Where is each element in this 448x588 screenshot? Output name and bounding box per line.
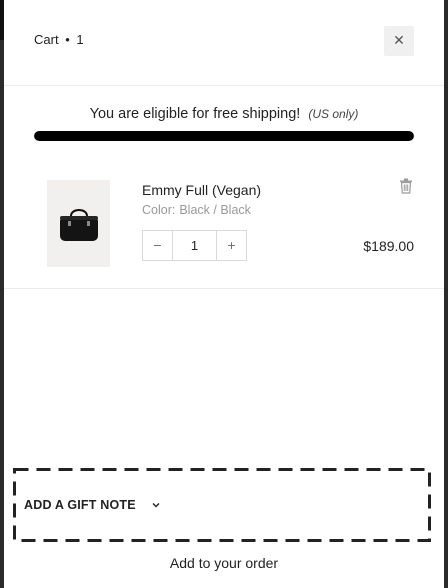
cart-label: Cart bbox=[34, 32, 59, 47]
quantity-input[interactable] bbox=[172, 231, 217, 260]
shipping-text: You are eligible for free shipping! bbox=[89, 106, 301, 122]
product-title[interactable]: Emmy Full (Vegan) bbox=[142, 182, 261, 198]
close-cart-button[interactable]: ✕ bbox=[384, 26, 414, 56]
chevron-down-icon bbox=[152, 503, 160, 508]
free-shipping-message: You are eligible for free shipping! (US … bbox=[4, 106, 444, 122]
handbag-icon bbox=[59, 208, 98, 241]
increment-quantity-button[interactable]: + bbox=[217, 231, 246, 260]
decrement-quantity-button[interactable]: − bbox=[143, 231, 172, 260]
variant-label: Color: bbox=[142, 203, 176, 217]
plus-icon: + bbox=[226, 239, 237, 252]
quantity-stepper: − + bbox=[142, 230, 247, 261]
remove-item-button[interactable] bbox=[397, 178, 415, 196]
minus-icon: − bbox=[152, 239, 163, 252]
shipping-progress-fill bbox=[34, 131, 414, 141]
product-price: $189.00 bbox=[363, 238, 414, 254]
cart-count: 1 bbox=[76, 32, 84, 47]
shipping-note: (US only) bbox=[308, 107, 359, 121]
gift-note-toggle[interactable]: ADD A GIFT NOTE bbox=[13, 468, 431, 542]
cart-title: Cart • 1 bbox=[34, 32, 84, 47]
cart-header: Cart • 1 ✕ bbox=[4, 0, 444, 86]
trash-icon bbox=[400, 178, 412, 194]
add-to-order-heading: Add to your order bbox=[169, 555, 279, 571]
gift-note-label: ADD A GIFT NOTE bbox=[24, 498, 136, 512]
product-image[interactable] bbox=[47, 180, 110, 267]
cart-separator: • bbox=[65, 32, 70, 47]
product-variant: Color: Black / Black bbox=[142, 203, 251, 217]
cart-line-item: Emmy Full (Vegan) Color: Black / Black − … bbox=[4, 162, 444, 289]
close-icon: ✕ bbox=[393, 33, 405, 49]
shipping-progress-bar bbox=[34, 131, 414, 141]
cart-drawer: Cart • 1 ✕ You are eligible for free shi… bbox=[4, 0, 444, 588]
page-backdrop-right bbox=[444, 0, 448, 588]
variant-value: Black / Black bbox=[179, 203, 251, 217]
